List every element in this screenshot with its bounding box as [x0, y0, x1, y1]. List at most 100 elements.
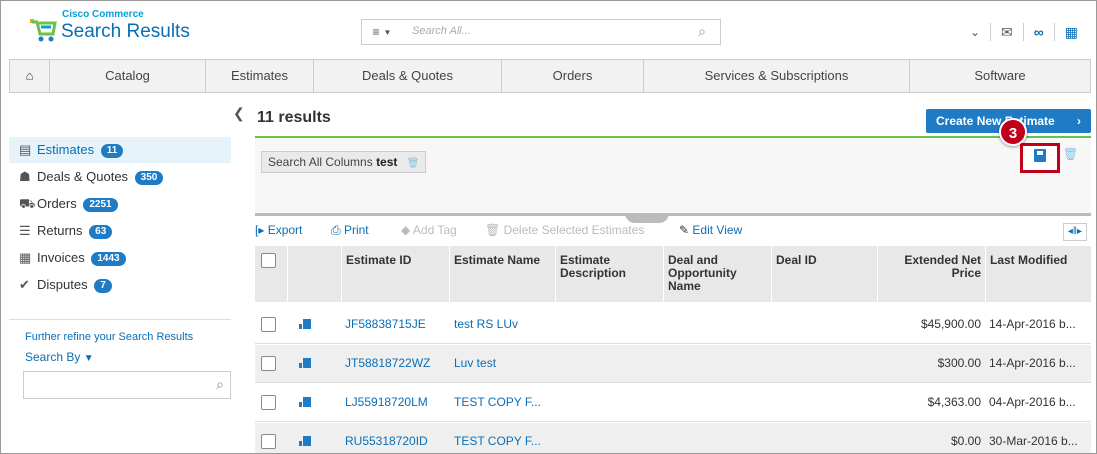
extended-net-price: $4,363.00: [927, 395, 981, 409]
row-checkbox[interactable]: [261, 356, 276, 371]
print-label: Print: [343, 223, 369, 237]
count-badge: 7: [94, 279, 112, 293]
export-button[interactable]: [▸ Export: [255, 223, 302, 237]
export-icon: [▸: [255, 223, 265, 237]
printer-icon: ⎙: [331, 223, 341, 237]
count-badge: 63: [89, 225, 113, 239]
table-row[interactable]: JF58838715JE test RS LUv $45,900.00 14-A…: [255, 306, 1091, 344]
column-header-estimate-id[interactable]: Estimate ID: [341, 246, 449, 302]
link-icon[interactable]: ∞: [1022, 23, 1054, 41]
nav-item-estimates[interactable]: Estimates: [206, 60, 314, 92]
sidebar-item-label: Invoices: [37, 250, 85, 265]
table-header: Estimate ID Estimate Name Estimate Descr…: [255, 246, 1091, 302]
trash-icon[interactable]: 🗑: [407, 158, 420, 169]
menu-icon: ≡: [372, 25, 380, 39]
main-nav: ⌂ Catalog Estimates Deals & Quotes Order…: [9, 59, 1091, 93]
filter-chip[interactable]: Search All Columns test 🗑: [261, 151, 427, 173]
count-badge: 11: [100, 144, 124, 158]
row-checkbox[interactable]: [261, 317, 276, 332]
estimate-name-link[interactable]: TEST COPY F...: [454, 395, 541, 409]
sidebar-item-invoices[interactable]: ▦ Invoices 1443: [9, 245, 231, 271]
trash-icon: 🗑: [485, 223, 501, 237]
delete-selected-button[interactable]: 🗑 Delete Selected Estimates: [485, 223, 644, 237]
column-header-extended-net-price[interactable]: Extended Net Price: [877, 246, 985, 302]
estimate-name-link[interactable]: test RS LUv: [454, 317, 518, 331]
sidebar-item-deals-quotes[interactable]: ☗ Deals & Quotes 350: [9, 164, 231, 190]
row-checkbox[interactable]: [261, 395, 276, 410]
sidebar-item-disputes[interactable]: ✔ Disputes 7: [9, 272, 231, 298]
pencil-icon: ✎: [679, 223, 690, 237]
apps-grid-icon[interactable]: ▦: [1053, 23, 1088, 41]
column-resize-icon[interactable]: ◂‖▸: [1063, 223, 1087, 241]
column-header-estimate-description[interactable]: Estimate Description: [555, 246, 663, 302]
collapse-sidebar-icon[interactable]: ❮: [233, 105, 245, 122]
nav-item-software[interactable]: Software: [910, 60, 1090, 92]
sidebar-item-returns[interactable]: ☰ Returns 63: [9, 218, 231, 244]
sidebar-item-label: Disputes: [37, 277, 88, 292]
estimate-id-link[interactable]: JT58818722WZ: [345, 356, 430, 370]
column-header-estimate-name[interactable]: Estimate Name: [449, 246, 555, 302]
app-header: Cisco Commerce Search Results ≡ ▼ Search…: [1, 1, 1096, 59]
filter-chip-label: Search All Columns: [268, 155, 373, 169]
search-icon[interactable]: ⌕: [698, 23, 706, 40]
estimate-name-link[interactable]: Luv test: [454, 356, 496, 370]
add-tag-label: Add Tag: [412, 223, 457, 237]
sidebar-item-label: Returns: [37, 223, 83, 238]
estimate-document-icon: [299, 397, 311, 407]
mail-icon[interactable]: ✉: [990, 23, 1023, 41]
filter-chip-value: test: [376, 155, 398, 169]
table-row[interactable]: LJ55918720LM TEST COPY F... $4,363.00 04…: [255, 384, 1091, 422]
estimate-id-link[interactable]: LJ55918720LM: [345, 395, 428, 409]
nav-item-deals-quotes[interactable]: Deals & Quotes: [314, 60, 502, 92]
chevron-right-icon: ›: [1077, 114, 1081, 128]
step-marker: 3: [999, 118, 1027, 146]
extended-net-price: $45,900.00: [920, 317, 981, 331]
table-toolbar: [▸ Export ⎙ Print ◆ Add Tag 🗑 Delete Sel…: [255, 223, 1091, 243]
search-input[interactable]: Search All...: [412, 25, 471, 37]
collapse-filter-handle[interactable]: [625, 213, 669, 223]
table-row[interactable]: JT58818722WZ Luv test $300.00 14-Apr-201…: [255, 345, 1091, 383]
refine-search-input[interactable]: ⌕: [23, 371, 231, 399]
cart-logo-icon[interactable]: [29, 15, 57, 43]
home-icon[interactable]: ⌂: [10, 60, 50, 92]
estimate-id-link[interactable]: RU55318720ID: [345, 434, 428, 448]
nav-item-services-subscriptions[interactable]: Services & Subscriptions: [644, 60, 910, 92]
search-scope-dropdown[interactable]: ≡ ▼: [362, 20, 402, 44]
dispute-icon: ✔: [19, 277, 30, 292]
estimate-name-link[interactable]: TEST COPY F...: [454, 434, 541, 448]
column-header-last-modified[interactable]: Last Modified: [985, 246, 1091, 302]
save-icon[interactable]: [1034, 149, 1046, 162]
edit-view-button[interactable]: ✎ Edit View: [679, 223, 742, 237]
add-tag-button[interactable]: ◆ Add Tag: [401, 223, 457, 237]
filter-area: [255, 138, 1091, 214]
edit-view-label: Edit View: [692, 223, 743, 237]
estimate-document-icon: [299, 319, 311, 329]
extended-net-price: $300.00: [937, 356, 981, 370]
sidebar-item-estimates[interactable]: ▤ Estimates 11: [9, 137, 231, 163]
sidebar-item-orders[interactable]: ⛟ Orders 2251: [9, 191, 231, 217]
count-badge: 350: [134, 171, 164, 185]
search-icon[interactable]: ⌕: [216, 376, 224, 393]
returns-icon: ☰: [19, 223, 31, 238]
print-button[interactable]: ⎙ Print: [331, 223, 369, 238]
header-actions: ⌄ ✉ ∞ ▦: [960, 23, 1088, 41]
column-header-deal-opportunity-name[interactable]: Deal and Opportunity Name: [663, 246, 771, 302]
row-checkbox[interactable]: [261, 434, 276, 449]
delete-selected-label: Delete Selected Estimates: [503, 223, 645, 237]
nav-item-orders[interactable]: Orders: [502, 60, 644, 92]
chevron-down-icon[interactable]: ⌄: [960, 23, 990, 41]
trash-icon[interactable]: 🗑: [1063, 147, 1078, 161]
invoice-icon: ▦: [19, 250, 32, 265]
nav-item-catalog[interactable]: Catalog: [50, 60, 206, 92]
search-by-dropdown[interactable]: Search By ▼: [25, 350, 94, 364]
estimate-id-link[interactable]: JF58838715JE: [345, 317, 426, 331]
last-modified: 30-Mar-2016 b...: [989, 434, 1078, 448]
column-header-deal-id[interactable]: Deal ID: [771, 246, 877, 302]
button-label: Create New Estimate: [936, 114, 1055, 128]
refine-label: Further refine your Search Results: [25, 331, 194, 343]
briefcase-icon: ☗: [19, 169, 31, 184]
tag-icon: ◆: [401, 223, 411, 237]
app-window: Cisco Commerce Search Results ≡ ▼ Search…: [0, 0, 1097, 454]
table-row[interactable]: RU55318720ID TEST COPY F... $0.00 30-Mar…: [255, 423, 1091, 453]
select-all-checkbox[interactable]: [261, 253, 276, 268]
